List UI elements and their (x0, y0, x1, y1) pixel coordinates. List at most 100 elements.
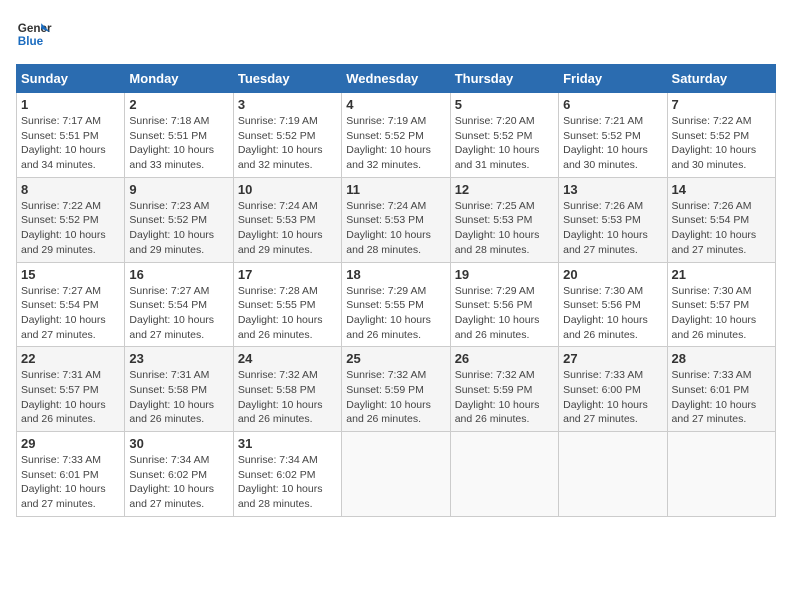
day-number: 13 (563, 182, 662, 197)
day-number: 2 (129, 97, 228, 112)
day-info: Sunrise: 7:34 AM Sunset: 6:02 PM Dayligh… (238, 453, 337, 512)
day-info: Sunrise: 7:29 AM Sunset: 5:56 PM Dayligh… (455, 284, 554, 343)
calendar-cell (450, 432, 558, 517)
day-info: Sunrise: 7:19 AM Sunset: 5:52 PM Dayligh… (238, 114, 337, 173)
sunset-label: Sunset: 5:56 PM (455, 299, 533, 311)
day-info: Sunrise: 7:23 AM Sunset: 5:52 PM Dayligh… (129, 199, 228, 258)
daylight-label: Daylight: 10 hours and 26 minutes. (238, 399, 323, 426)
day-info: Sunrise: 7:32 AM Sunset: 5:58 PM Dayligh… (238, 368, 337, 427)
day-info: Sunrise: 7:30 AM Sunset: 5:57 PM Dayligh… (672, 284, 771, 343)
day-info: Sunrise: 7:33 AM Sunset: 6:00 PM Dayligh… (563, 368, 662, 427)
calendar-cell: 9 Sunrise: 7:23 AM Sunset: 5:52 PM Dayli… (125, 177, 233, 262)
day-number: 1 (21, 97, 120, 112)
sunrise-label: Sunrise: 7:26 AM (563, 200, 643, 212)
sunset-label: Sunset: 5:51 PM (129, 130, 207, 142)
daylight-label: Daylight: 10 hours and 28 minutes. (455, 229, 540, 256)
calendar-cell: 22 Sunrise: 7:31 AM Sunset: 5:57 PM Dayl… (17, 347, 125, 432)
sunset-label: Sunset: 5:53 PM (455, 214, 533, 226)
calendar-cell: 26 Sunrise: 7:32 AM Sunset: 5:59 PM Dayl… (450, 347, 558, 432)
day-number: 19 (455, 267, 554, 282)
daylight-label: Daylight: 10 hours and 29 minutes. (238, 229, 323, 256)
day-info: Sunrise: 7:28 AM Sunset: 5:55 PM Dayligh… (238, 284, 337, 343)
sunrise-label: Sunrise: 7:18 AM (129, 115, 209, 127)
sunset-label: Sunset: 5:54 PM (129, 299, 207, 311)
sunset-label: Sunset: 5:52 PM (21, 214, 99, 226)
day-number: 22 (21, 351, 120, 366)
day-info: Sunrise: 7:19 AM Sunset: 5:52 PM Dayligh… (346, 114, 445, 173)
day-info: Sunrise: 7:31 AM Sunset: 5:58 PM Dayligh… (129, 368, 228, 427)
sunrise-label: Sunrise: 7:31 AM (129, 369, 209, 381)
calendar-cell: 1 Sunrise: 7:17 AM Sunset: 5:51 PM Dayli… (17, 93, 125, 178)
sunset-label: Sunset: 5:59 PM (455, 384, 533, 396)
day-info: Sunrise: 7:33 AM Sunset: 6:01 PM Dayligh… (672, 368, 771, 427)
day-number: 3 (238, 97, 337, 112)
daylight-label: Daylight: 10 hours and 30 minutes. (672, 144, 757, 171)
calendar-cell: 13 Sunrise: 7:26 AM Sunset: 5:53 PM Dayl… (559, 177, 667, 262)
daylight-label: Daylight: 10 hours and 30 minutes. (563, 144, 648, 171)
sunrise-label: Sunrise: 7:34 AM (238, 454, 318, 466)
calendar-cell (559, 432, 667, 517)
daylight-label: Daylight: 10 hours and 27 minutes. (21, 483, 106, 510)
calendar-cell (342, 432, 450, 517)
sunset-label: Sunset: 5:51 PM (21, 130, 99, 142)
calendar-cell: 12 Sunrise: 7:25 AM Sunset: 5:53 PM Dayl… (450, 177, 558, 262)
day-info: Sunrise: 7:33 AM Sunset: 6:01 PM Dayligh… (21, 453, 120, 512)
day-number: 12 (455, 182, 554, 197)
sunset-label: Sunset: 5:52 PM (129, 214, 207, 226)
daylight-label: Daylight: 10 hours and 32 minutes. (238, 144, 323, 171)
page-header: General Blue (16, 16, 776, 52)
sunrise-label: Sunrise: 7:29 AM (346, 285, 426, 297)
sunrise-label: Sunrise: 7:30 AM (563, 285, 643, 297)
day-info: Sunrise: 7:24 AM Sunset: 5:53 PM Dayligh… (346, 199, 445, 258)
sunset-label: Sunset: 5:52 PM (563, 130, 641, 142)
daylight-label: Daylight: 10 hours and 31 minutes. (455, 144, 540, 171)
day-info: Sunrise: 7:18 AM Sunset: 5:51 PM Dayligh… (129, 114, 228, 173)
day-info: Sunrise: 7:26 AM Sunset: 5:53 PM Dayligh… (563, 199, 662, 258)
weekday-tuesday: Tuesday (233, 65, 341, 93)
day-number: 20 (563, 267, 662, 282)
calendar-cell: 8 Sunrise: 7:22 AM Sunset: 5:52 PM Dayli… (17, 177, 125, 262)
sunset-label: Sunset: 5:54 PM (21, 299, 99, 311)
day-number: 25 (346, 351, 445, 366)
daylight-label: Daylight: 10 hours and 26 minutes. (346, 399, 431, 426)
sunrise-label: Sunrise: 7:27 AM (129, 285, 209, 297)
day-number: 4 (346, 97, 445, 112)
calendar-cell: 5 Sunrise: 7:20 AM Sunset: 5:52 PM Dayli… (450, 93, 558, 178)
sunset-label: Sunset: 5:56 PM (563, 299, 641, 311)
day-number: 10 (238, 182, 337, 197)
calendar-cell: 30 Sunrise: 7:34 AM Sunset: 6:02 PM Dayl… (125, 432, 233, 517)
weekday-friday: Friday (559, 65, 667, 93)
week-row-2: 8 Sunrise: 7:22 AM Sunset: 5:52 PM Dayli… (17, 177, 776, 262)
sunrise-label: Sunrise: 7:33 AM (21, 454, 101, 466)
day-info: Sunrise: 7:27 AM Sunset: 5:54 PM Dayligh… (21, 284, 120, 343)
weekday-wednesday: Wednesday (342, 65, 450, 93)
weekday-header-row: SundayMondayTuesdayWednesdayThursdayFrid… (17, 65, 776, 93)
day-info: Sunrise: 7:31 AM Sunset: 5:57 PM Dayligh… (21, 368, 120, 427)
sunrise-label: Sunrise: 7:30 AM (672, 285, 752, 297)
daylight-label: Daylight: 10 hours and 27 minutes. (672, 229, 757, 256)
sunrise-label: Sunrise: 7:19 AM (346, 115, 426, 127)
sunset-label: Sunset: 5:57 PM (21, 384, 99, 396)
sunrise-label: Sunrise: 7:17 AM (21, 115, 101, 127)
calendar-cell: 27 Sunrise: 7:33 AM Sunset: 6:00 PM Dayl… (559, 347, 667, 432)
sunset-label: Sunset: 5:55 PM (238, 299, 316, 311)
calendar-cell: 24 Sunrise: 7:32 AM Sunset: 5:58 PM Dayl… (233, 347, 341, 432)
weekday-sunday: Sunday (17, 65, 125, 93)
calendar-cell: 29 Sunrise: 7:33 AM Sunset: 6:01 PM Dayl… (17, 432, 125, 517)
day-info: Sunrise: 7:32 AM Sunset: 5:59 PM Dayligh… (455, 368, 554, 427)
calendar-cell: 14 Sunrise: 7:26 AM Sunset: 5:54 PM Dayl… (667, 177, 775, 262)
sunrise-label: Sunrise: 7:24 AM (238, 200, 318, 212)
weekday-saturday: Saturday (667, 65, 775, 93)
day-number: 28 (672, 351, 771, 366)
daylight-label: Daylight: 10 hours and 26 minutes. (455, 314, 540, 341)
week-row-5: 29 Sunrise: 7:33 AM Sunset: 6:01 PM Dayl… (17, 432, 776, 517)
day-info: Sunrise: 7:29 AM Sunset: 5:55 PM Dayligh… (346, 284, 445, 343)
daylight-label: Daylight: 10 hours and 27 minutes. (563, 399, 648, 426)
sunrise-label: Sunrise: 7:24 AM (346, 200, 426, 212)
sunset-label: Sunset: 5:52 PM (238, 130, 316, 142)
daylight-label: Daylight: 10 hours and 26 minutes. (346, 314, 431, 341)
daylight-label: Daylight: 10 hours and 26 minutes. (21, 399, 106, 426)
day-number: 7 (672, 97, 771, 112)
daylight-label: Daylight: 10 hours and 28 minutes. (346, 229, 431, 256)
calendar-cell: 31 Sunrise: 7:34 AM Sunset: 6:02 PM Dayl… (233, 432, 341, 517)
